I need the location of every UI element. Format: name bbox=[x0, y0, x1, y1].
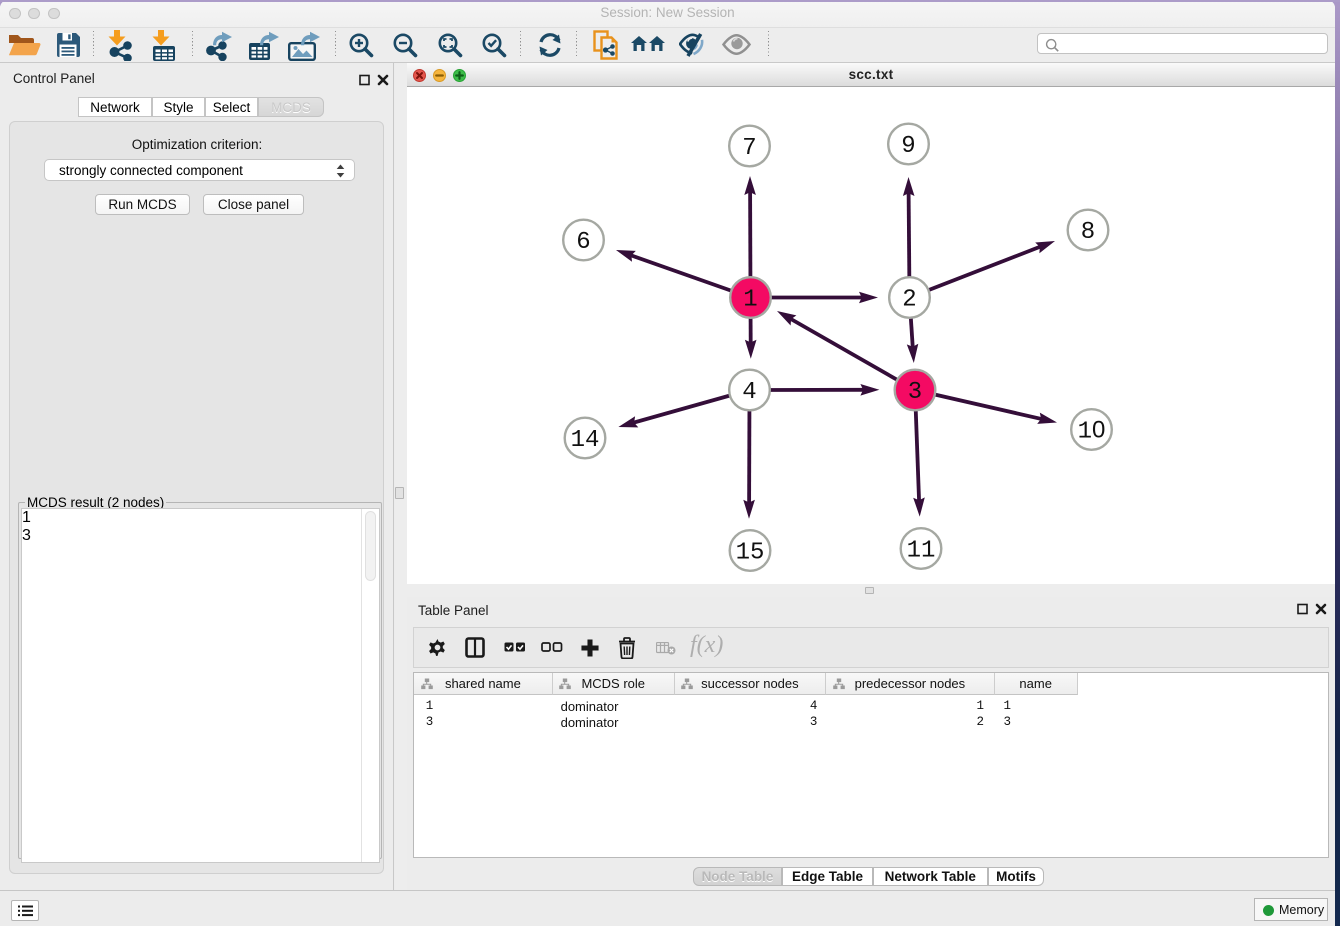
svg-text:7: 7 bbox=[742, 135, 756, 162]
svg-text:14: 14 bbox=[571, 427, 600, 454]
svg-text:6: 6 bbox=[576, 229, 590, 256]
svg-text:3: 3 bbox=[908, 379, 922, 406]
svg-text:1: 1 bbox=[743, 287, 757, 314]
svg-text:9: 9 bbox=[901, 133, 915, 160]
svg-text:2: 2 bbox=[902, 287, 916, 314]
svg-text:0: 0 bbox=[1092, 417, 1105, 444]
svg-text:8: 8 bbox=[1081, 219, 1095, 246]
svg-text:15: 15 bbox=[736, 540, 765, 567]
svg-text:4: 4 bbox=[742, 379, 756, 406]
svg-text:1: 1 bbox=[1078, 419, 1092, 446]
svg-text:11: 11 bbox=[907, 538, 936, 565]
